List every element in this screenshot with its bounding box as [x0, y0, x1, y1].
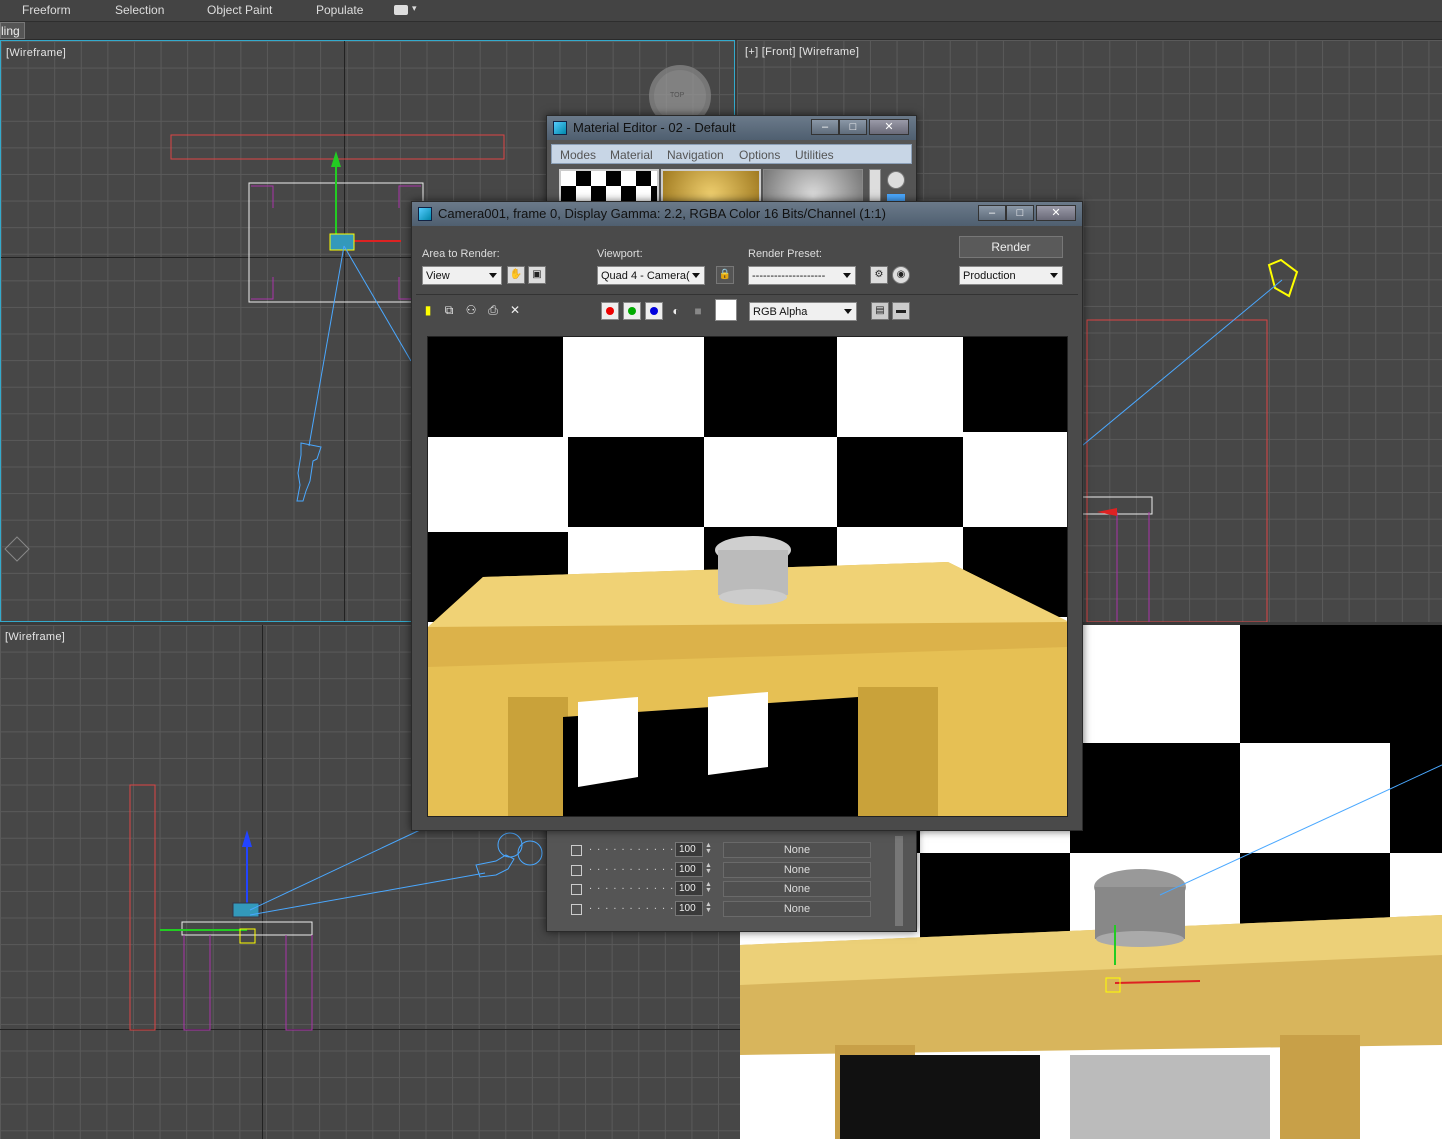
tab-populate[interactable]: Populate — [316, 3, 363, 17]
tab-object-paint[interactable]: Object Paint — [207, 3, 272, 17]
monochrome-icon[interactable]: ■ — [690, 303, 706, 319]
map-slot-button[interactable]: None — [723, 862, 871, 878]
maximize-button[interactable]: □ — [839, 119, 867, 135]
3dsmax-app-icon — [553, 121, 567, 135]
render-setup-icon[interactable]: ⚙ — [870, 266, 888, 284]
green-channel-toggle[interactable] — [623, 302, 641, 320]
map-amount-field[interactable]: 100 — [675, 901, 703, 916]
minimize-button[interactable]: – — [978, 205, 1006, 221]
area-to-render-label: Area to Render: — [422, 248, 500, 260]
map-slot-button[interactable]: None — [723, 842, 871, 858]
render-preset-label: Render Preset: — [748, 248, 822, 260]
map-row: . . . . . . . . . . . 100 ▲ ▼ None — [547, 900, 887, 918]
maps-rollout: . . . . . . . . . . . 100 ▲ ▼ None . . . … — [547, 836, 887, 926]
close-button[interactable]: ✕ — [1036, 205, 1076, 221]
render-window-titlebar[interactable]: Camera001, frame 0, Display Gamma: 2.2, … — [412, 202, 1082, 226]
material-editor-menubar: Modes Material Navigation Options Utilit… — [551, 144, 912, 164]
map-checkbox[interactable] — [571, 845, 582, 856]
main-ribbon-tabs: Freeform Selection Object Paint Populate… — [0, 0, 1442, 22]
map-row: . . . . . . . . . . . 100 ▲ ▼ None — [547, 841, 887, 859]
blue-channel-toggle[interactable] — [645, 302, 663, 320]
edit-region-icon[interactable]: ✋ — [507, 266, 525, 284]
ribbon-options-icon[interactable] — [394, 5, 408, 15]
map-row: . . . . . . . . . . . 100 ▲ ▼ None — [547, 861, 887, 879]
material-editor-titlebar[interactable]: Material Editor - 02 - Default – □ ✕ — [547, 116, 916, 140]
menu-material[interactable]: Material — [610, 148, 653, 162]
print-image-icon[interactable]: ⎙ — [485, 302, 501, 318]
map-checkbox[interactable] — [571, 904, 582, 915]
menu-modes[interactable]: Modes — [560, 148, 596, 162]
map-row: . . . . . . . . . . . 100 ▲ ▼ None — [547, 880, 887, 898]
tab-freeform[interactable]: Freeform — [22, 3, 71, 17]
minimize-button[interactable]: – — [811, 119, 839, 135]
map-amount-field[interactable]: 100 — [675, 842, 703, 857]
map-slot-button[interactable]: None — [723, 881, 871, 897]
window-title: Camera001, frame 0, Display Gamma: 2.2, … — [438, 206, 886, 221]
toggle-ui-icon[interactable]: ▬ — [892, 302, 910, 320]
color-swatch[interactable] — [715, 299, 737, 321]
magnify-icon[interactable] — [887, 171, 905, 189]
material-editor-scrollbar[interactable] — [895, 836, 903, 926]
tab-selection[interactable]: Selection — [115, 3, 164, 17]
area-to-render-dropdown[interactable]: View — [422, 266, 502, 285]
save-image-icon[interactable]: ▮ — [420, 302, 436, 318]
window-title: Material Editor - 02 - Default — [573, 120, 736, 135]
3dsmax-app-icon — [418, 207, 432, 221]
chevron-down-icon[interactable]: ▾ — [412, 3, 417, 14]
environment-icon[interactable]: ◉ — [892, 266, 910, 284]
menu-utilities[interactable]: Utilities — [795, 148, 834, 162]
map-checkbox[interactable] — [571, 884, 582, 895]
clear-icon[interactable]: ✕ — [507, 302, 523, 318]
auto-region-icon[interactable]: ▣ — [528, 266, 546, 284]
map-checkbox[interactable] — [571, 865, 582, 876]
lock-icon[interactable]: 🔒 — [716, 266, 734, 284]
production-dropdown[interactable]: Production — [959, 266, 1063, 285]
menu-options[interactable]: Options — [739, 148, 780, 162]
alpha-channel-icon[interactable]: ◐ — [668, 303, 684, 319]
ribbon-panel-label[interactable]: ling — [0, 22, 25, 39]
copy-image-icon[interactable]: ⧉ — [441, 302, 457, 318]
rendered-frame-window[interactable]: Camera001, frame 0, Display Gamma: 2.2, … — [411, 201, 1083, 831]
viewport-dropdown[interactable]: Quad 4 - Camera( — [597, 266, 705, 285]
render-button[interactable]: Render — [959, 236, 1063, 258]
map-slot-button[interactable]: None — [723, 901, 871, 917]
red-channel-toggle[interactable] — [601, 302, 619, 320]
menu-navigation[interactable]: Navigation — [667, 148, 724, 162]
viewport-label: Viewport: — [597, 248, 643, 260]
rendered-image[interactable] — [427, 336, 1068, 817]
maximize-button[interactable]: □ — [1006, 205, 1034, 221]
ribbon-panel: ling — [0, 22, 1442, 40]
map-amount-field[interactable]: 100 — [675, 862, 703, 877]
render-canvas — [428, 337, 1067, 816]
toggle-ui-overlay-icon[interactable]: ▤ — [871, 302, 889, 320]
close-button[interactable]: ✕ — [869, 119, 909, 135]
render-preset-dropdown[interactable]: -------------------- — [748, 266, 856, 285]
map-amount-field[interactable]: 100 — [675, 881, 703, 896]
slot-scrollbar[interactable] — [869, 169, 881, 204]
clone-frame-icon[interactable]: ⚇ — [463, 302, 479, 318]
channel-display-dropdown[interactable]: RGB Alpha — [749, 302, 857, 321]
